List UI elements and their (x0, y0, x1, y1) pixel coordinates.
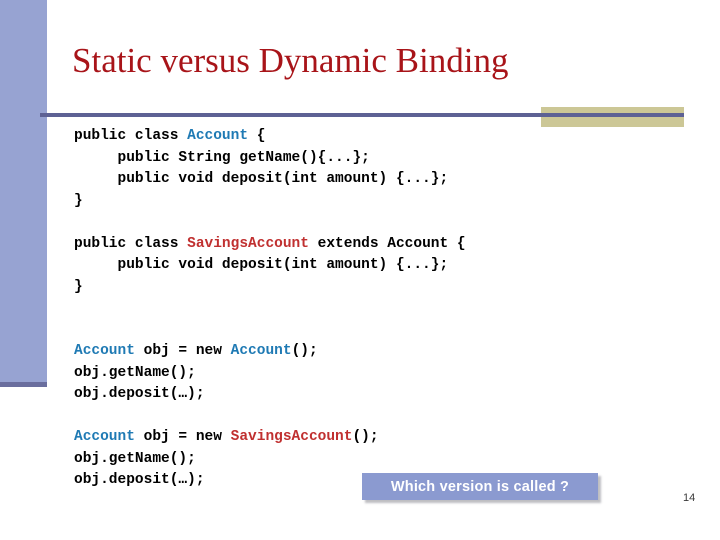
code-token: obj.getName(); (74, 450, 196, 467)
code-token: public void deposit(int amount) {...}; (74, 257, 449, 273)
code-token: public String getName(){...}; (74, 149, 370, 166)
code-line: } (74, 277, 674, 299)
code-token: obj.deposit(…); (74, 386, 205, 402)
code-token: { (248, 128, 266, 144)
code-token: obj.deposit(…); (74, 472, 205, 488)
code-block-spacer (74, 298, 674, 320)
code-block-account-class: public class Account { public String get… (74, 126, 674, 212)
code-line: public void deposit(int amount) {...}; (74, 169, 674, 191)
code-block-spacer (74, 406, 674, 428)
code-line: obj.getName(); (74, 449, 674, 471)
code-block-savingsaccount-class: public class SavingsAccount extends Acco… (74, 234, 674, 299)
title-divider-rule (40, 113, 684, 117)
code-line: public class Account { (74, 126, 674, 148)
code-block-spacer (74, 320, 674, 342)
code-block-spacer (74, 212, 674, 234)
code-token: SavingsAccount (187, 235, 309, 252)
presentation-slide: Static versus Dynamic Binding public cla… (0, 0, 720, 540)
code-block-static-binding-usage: Account obj = new Account(); obj.getName(… (74, 341, 674, 406)
code-token: (); (291, 343, 318, 359)
code-line: public String getName(){...}; (74, 148, 674, 170)
code-token: obj.getName(); (74, 364, 196, 381)
code-line: Account obj = new SavingsAccount(); (74, 427, 674, 449)
page-title: Static versus Dynamic Binding (72, 41, 509, 80)
slide-number: 14 (683, 492, 696, 504)
code-token: Account (230, 343, 292, 359)
code-token: public class (74, 128, 188, 144)
left-decorative-bar-foot (0, 382, 47, 387)
code-token: obj = new (134, 343, 231, 359)
code-line: Account obj = new Account(); (74, 341, 674, 363)
code-listing: public class Account { public String get… (74, 126, 674, 492)
code-token: public void deposit(int amount) {...}; (74, 171, 449, 187)
code-token: Account (74, 429, 135, 445)
callout-label: Which version is called ? (390, 478, 570, 495)
code-token: SavingsAccount (230, 429, 353, 445)
code-token: obj = new (134, 429, 231, 445)
code-line: obj.getName(); (74, 363, 674, 385)
code-token: (); (352, 429, 379, 445)
code-token: Account (74, 343, 135, 359)
code-token: public class (74, 235, 188, 252)
callout-box: Which version is called ? (362, 473, 598, 500)
code-token: extends Account { (308, 235, 466, 252)
code-token: } (74, 192, 83, 209)
code-line: obj.deposit(…); (74, 384, 674, 406)
code-line: public class SavingsAccount extends Acco… (74, 234, 674, 256)
khaki-accent-block (541, 107, 684, 127)
code-line: } (74, 191, 674, 213)
code-line: public void deposit(int amount) {...}; (74, 255, 674, 277)
code-token: } (74, 278, 83, 295)
code-token: Account (187, 128, 249, 144)
left-decorative-bar (0, 0, 47, 383)
